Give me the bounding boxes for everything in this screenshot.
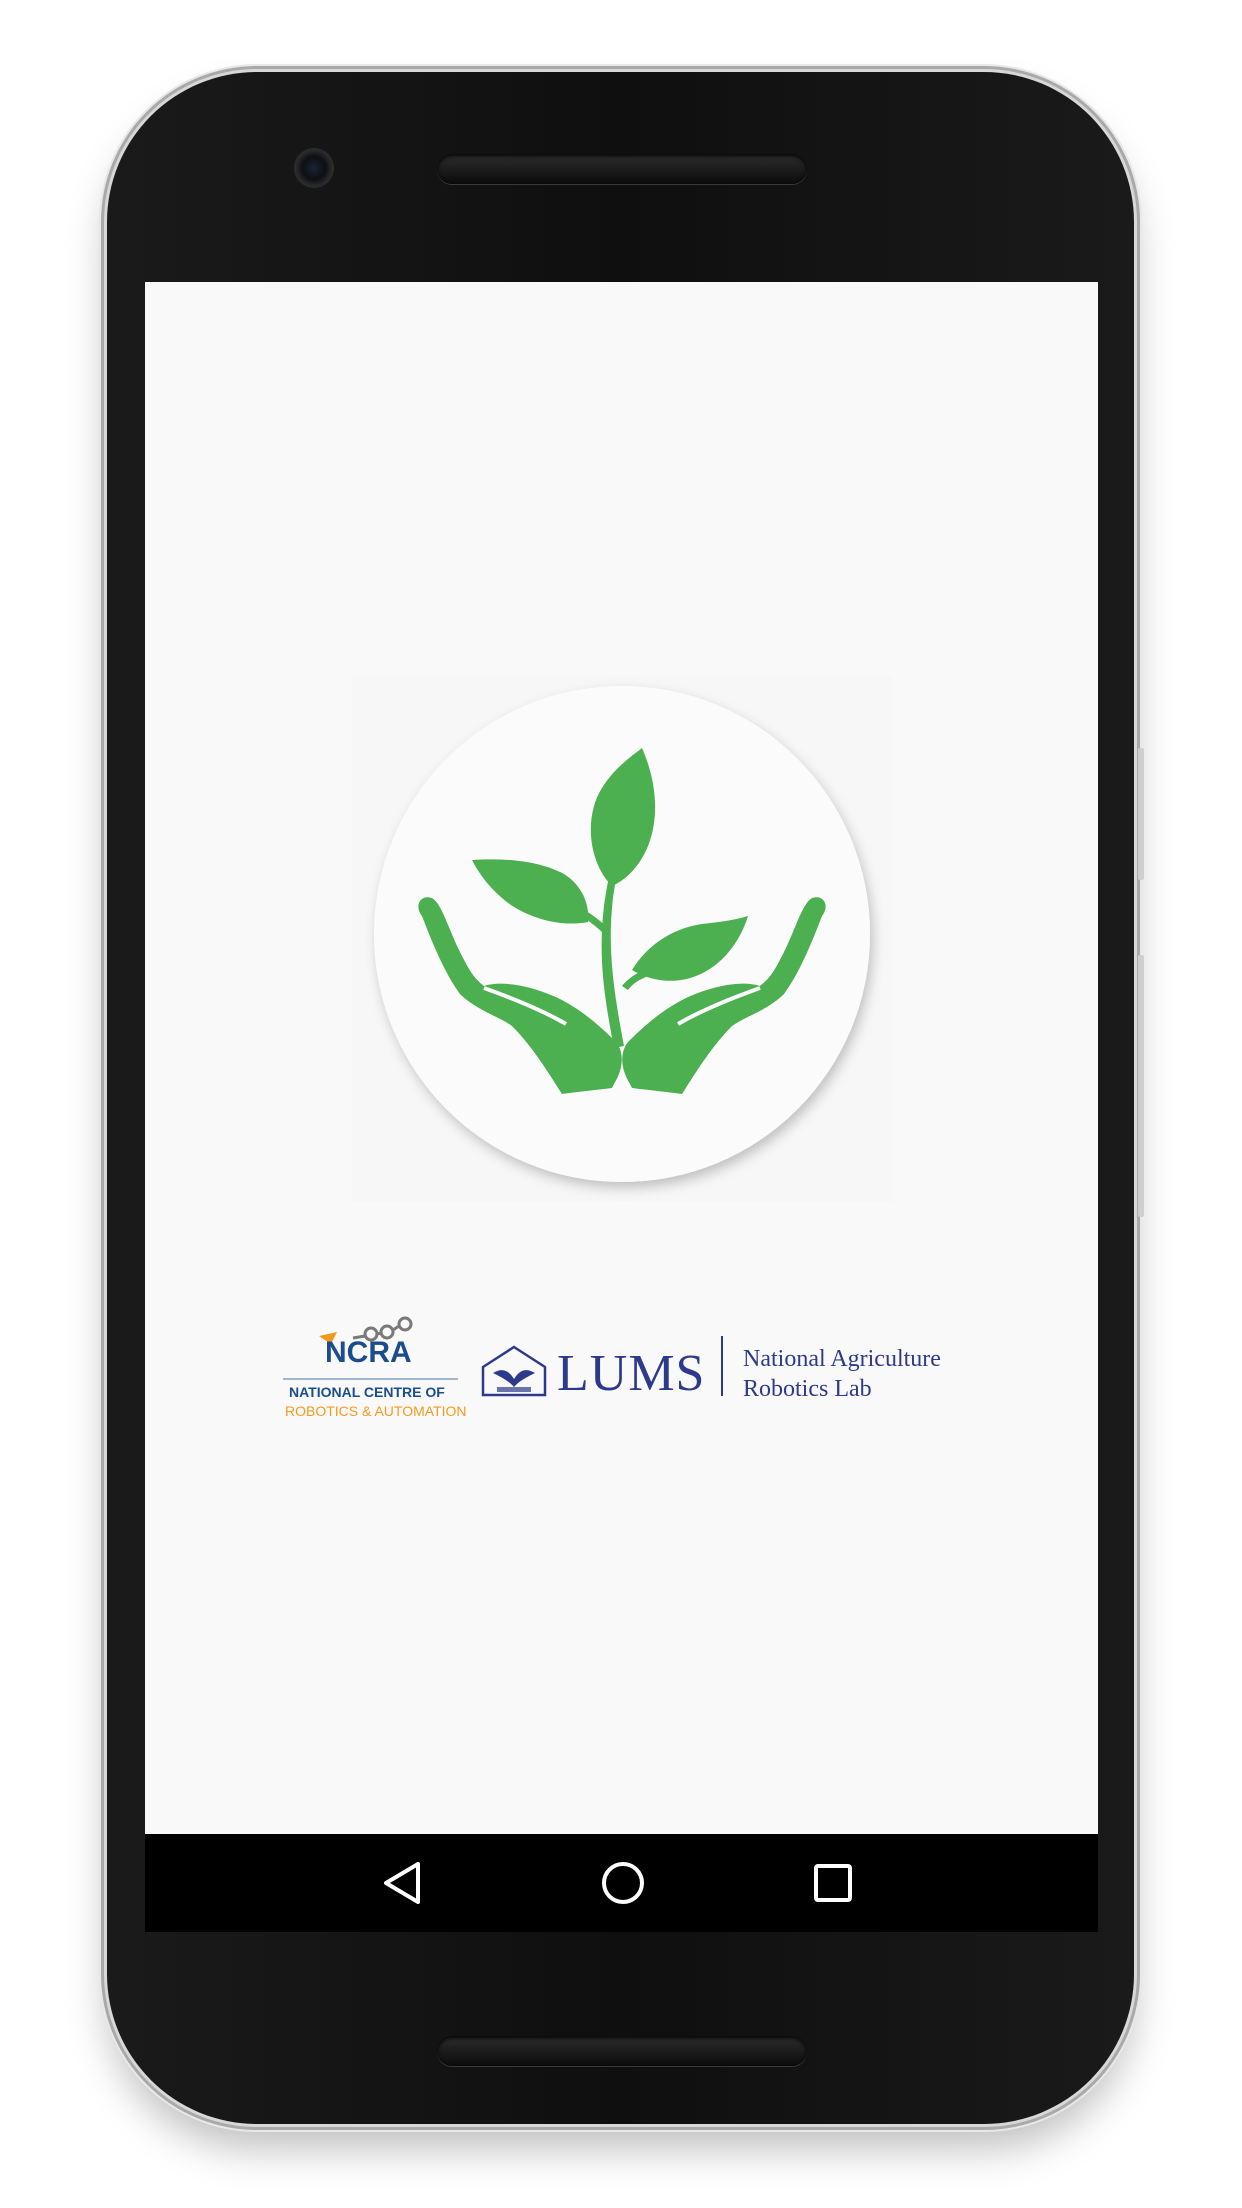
lums-emblem-icon (481, 1345, 547, 1397)
lums-divider (721, 1336, 723, 1396)
ncra-logo: NCRA NATIONAL CENTRE OF ROBOTICS & AUTOM… (283, 1314, 467, 1434)
ncra-tagline-line1: NATIONAL CENTRE OF (289, 1384, 445, 1400)
plant-in-hands-icon (374, 686, 870, 1182)
home-circle-icon[interactable] (598, 1858, 648, 1908)
lab-name: National Agriculture Robotics Lab (743, 1344, 941, 1404)
front-camera (296, 150, 332, 186)
power-button[interactable] (1138, 748, 1144, 880)
navigation-bar (145, 1834, 1098, 1932)
device-mockup: NCRA NATIONAL CENTRE OF ROBOTICS & AUTOM… (0, 0, 1242, 2208)
lab-name-line1: National Agriculture (743, 1346, 941, 1372)
lums-wordmark: LUMS (557, 1345, 706, 1402)
frame-edge-tab (968, 2124, 990, 2130)
ncra-wordmark: NCRA (325, 1336, 412, 1369)
ncra-tagline-line2: ROBOTICS & AUTOMATION (285, 1403, 467, 1419)
recents-square-icon[interactable] (808, 1858, 858, 1908)
ncra-divider (283, 1378, 458, 1380)
back-triangle-icon[interactable] (378, 1858, 428, 1908)
app-logo (352, 676, 892, 1202)
screen: NCRA NATIONAL CENTRE OF ROBOTICS & AUTOM… (145, 282, 1098, 1932)
top-speaker (437, 154, 807, 184)
volume-button[interactable] (1138, 955, 1144, 1217)
partner-logos: NCRA NATIONAL CENTRE OF ROBOTICS & AUTOM… (283, 1314, 963, 1434)
frame-edge-tab (262, 2124, 284, 2130)
bottom-speaker (437, 2036, 807, 2066)
lab-name-line2: Robotics Lab (743, 1376, 872, 1402)
status-bar (145, 282, 1098, 342)
